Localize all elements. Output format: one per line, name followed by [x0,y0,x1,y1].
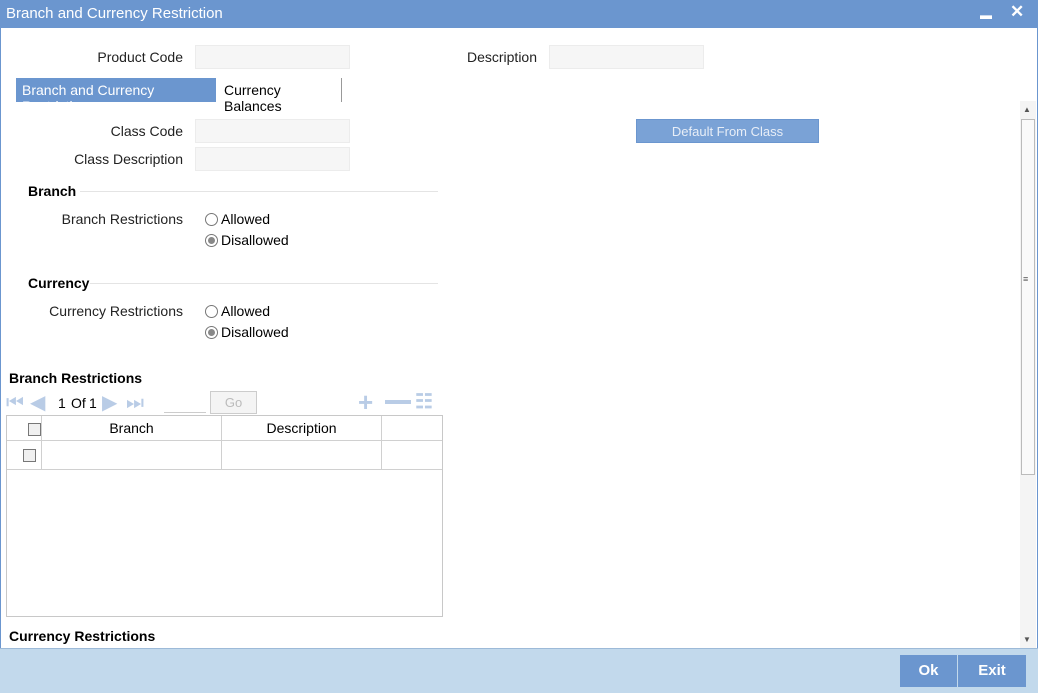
add-row-icon[interactable]: + [358,389,373,415]
class-code-field[interactable] [195,119,350,143]
minimize-icon[interactable]: ▬ [980,5,992,25]
radio-button-selected-icon [205,325,218,339]
table-row-branch-cell[interactable] [42,441,222,470]
currency-grid-title: Currency Restrictions [9,628,156,644]
last-page-icon[interactable]: ⏭ [126,393,144,413]
branch-restrictions-table: Branch Description [6,415,443,617]
select-all-checkbox[interactable] [28,423,41,436]
pager-of-label: Of [71,395,86,411]
radio-button-icon [205,212,218,226]
scroll-up-icon[interactable]: ▲ [1023,105,1031,114]
next-page-icon[interactable]: ▶ [102,393,117,413]
branch-allowed-radio[interactable]: Allowed [205,211,270,227]
title-bar: Branch and Currency Restriction ▬ ✕ [0,0,1038,28]
branch-restrictions-label: Branch Restrictions [61,211,183,227]
branch-section-heading: Branch [28,183,77,199]
row-checkbox[interactable] [23,449,36,462]
product-code-label: Product Code [97,49,183,65]
tab-currency-balances[interactable]: Currency Balances [218,78,342,114]
first-page-icon[interactable]: ⏮ [6,393,24,413]
tab-branch-currency-restriction[interactable]: Branch and Currency Restriction [16,78,216,114]
class-description-label: Class Description [74,151,183,167]
vertical-scrollbar[interactable]: ▲ ≡ ▼ [1020,101,1036,648]
previous-page-icon[interactable]: ◀ [30,393,45,413]
product-code-field[interactable] [195,45,350,69]
description-field[interactable] [549,45,704,69]
pager-current: 1 [58,395,66,411]
delete-row-icon[interactable] [385,400,411,404]
exit-button[interactable]: Exit [958,655,1026,687]
currency-allowed-radio[interactable]: Allowed [205,303,270,319]
description-label: Description [466,49,537,65]
select-all-header [7,416,42,441]
branch-grid-pager: ⏮ ◀ 1 Of 1 ▶ ⏭ Go + ☷ [6,389,442,415]
ok-button[interactable]: Ok [900,655,957,687]
scrollbar-grip-icon: ≡ [1023,274,1029,284]
currency-divider [90,283,438,284]
pager-total: 1 [89,395,97,411]
table-row-description-cell[interactable] [222,441,382,470]
go-button[interactable]: Go [210,391,257,414]
currency-restrictions-label: Currency Restrictions [49,303,183,319]
page-number-input[interactable] [164,391,206,413]
table-row-empty-cell [382,441,442,470]
currency-disallowed-radio[interactable]: Disallowed [205,324,289,340]
footer-bar: Ok Exit [0,648,1038,693]
branch-grid-title: Branch Restrictions [9,370,143,386]
default-from-class-button[interactable]: Default From Class [636,119,819,143]
single-view-icon[interactable]: ☷ [415,391,433,413]
empty-column-header [382,416,442,441]
currency-section-heading: Currency [28,275,90,291]
scrollbar-thumb[interactable] [1021,119,1035,475]
description-column-header[interactable]: Description [222,416,382,441]
branch-column-header[interactable]: Branch [42,416,222,441]
window-title: Branch and Currency Restriction [6,5,223,22]
scroll-down-icon[interactable]: ▼ [1023,635,1031,644]
table-row-select-cell [7,441,42,470]
branch-disallowed-radio[interactable]: Disallowed [205,232,289,248]
close-icon[interactable]: ✕ [1010,2,1024,22]
branch-divider [80,191,438,192]
radio-button-selected-icon [205,233,218,247]
radio-button-icon [205,304,218,318]
class-code-label: Class Code [110,123,183,139]
class-description-field[interactable] [195,147,350,171]
